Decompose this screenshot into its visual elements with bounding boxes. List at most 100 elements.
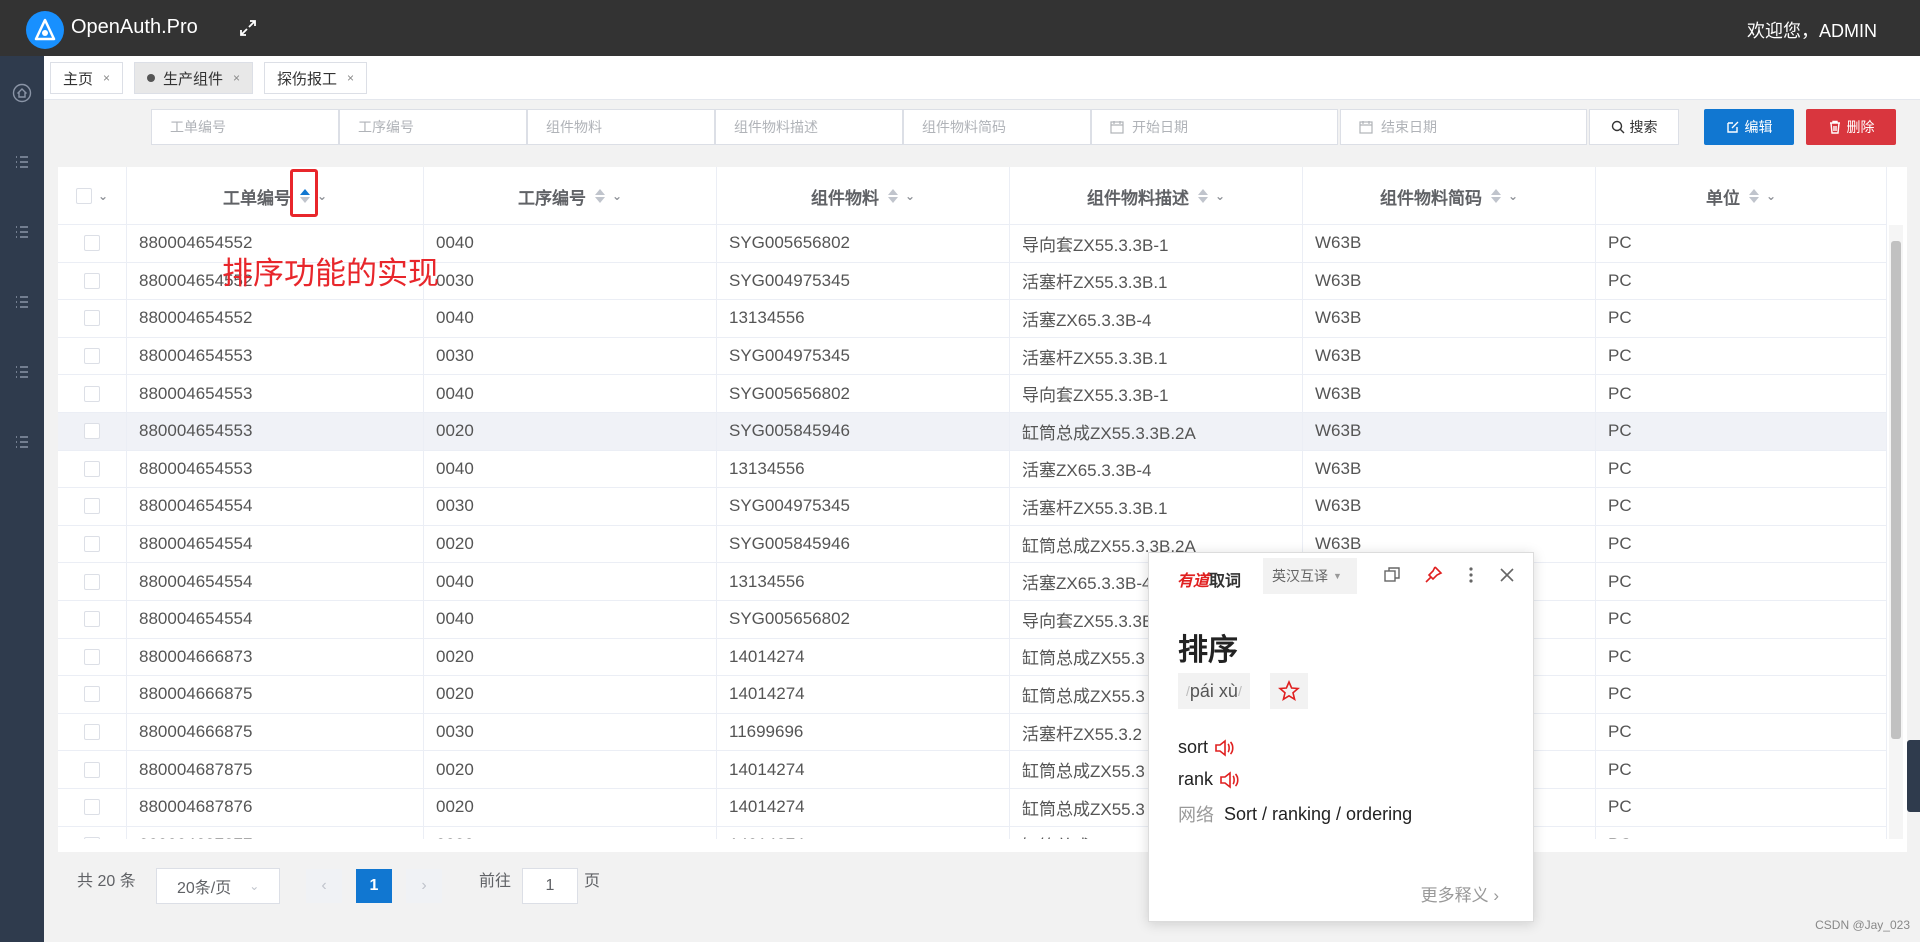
end-date-picker[interactable]: 结束日期 xyxy=(1340,109,1587,145)
material-code-input[interactable]: 组件物料简码 xyxy=(903,109,1091,145)
menu-list-icon[interactable] xyxy=(12,152,32,172)
table-cell: PC xyxy=(1596,262,1887,300)
select-all-checkbox[interactable] xyxy=(75,188,92,204)
table-cell: SYG005656802 xyxy=(717,601,1010,638)
pin-icon[interactable] xyxy=(1423,565,1443,585)
column-header[interactable]: 组件物料 ⌄ xyxy=(717,167,1010,225)
home-icon[interactable] xyxy=(12,83,32,103)
table-row[interactable]: 880004654553 0040 13134556 活塞ZX65.3.3B-4 W63… xyxy=(58,450,1887,489)
row-checkbox[interactable] xyxy=(84,724,100,741)
table-row[interactable]: 880004654554 0030 SYG004975345 活塞杆ZX55.3.3B… xyxy=(58,488,1887,526)
tab-flaw-report[interactable]: 探伤报工 × xyxy=(264,62,368,94)
prev-page-button[interactable]: ‹ xyxy=(306,869,342,903)
sort-icon[interactable] xyxy=(1197,188,1209,204)
close-icon[interactable]: × xyxy=(347,71,354,85)
table-row[interactable]: 880004654552 0040 13134556 活塞ZX65.3.3B-4 W63… xyxy=(58,300,1887,338)
close-icon[interactable]: × xyxy=(103,71,110,85)
row-checkbox[interactable] xyxy=(84,272,100,289)
start-date-picker[interactable]: 开始日期 xyxy=(1091,109,1338,145)
row-checkbox[interactable] xyxy=(84,761,100,778)
work-order-input[interactable]: 工单编号 xyxy=(151,109,339,145)
user-welcome[interactable]: 欢迎您，ADMIN xyxy=(1747,17,1877,43)
more-definitions-link[interactable]: 更多释义 › xyxy=(1421,881,1499,906)
row-checkbox[interactable] xyxy=(84,348,100,365)
menu-list-icon[interactable] xyxy=(12,222,32,242)
table-row[interactable]: 880004654554 0020 SYG005845946 缸筒总成ZX55.3.3… xyxy=(58,525,1887,564)
column-header[interactable]: 组件物料描述 ⌄ xyxy=(1010,167,1303,225)
chevron-down-icon[interactable]: ⌄ xyxy=(1508,189,1518,203)
row-checkbox[interactable] xyxy=(84,799,100,816)
tab-production-component[interactable]: 生产组件 × xyxy=(134,62,254,94)
translate-mode-select[interactable]: 英汉互译 ▼ xyxy=(1263,558,1357,594)
chevron-down-icon[interactable]: ⌄ xyxy=(905,189,915,203)
process-no-input[interactable]: 工序编号 xyxy=(339,109,527,145)
table-row[interactable]: 880004654554 0040 SYG005656802 导向套ZX55.3.3B… xyxy=(58,601,1887,639)
tab-home[interactable]: 主页 × xyxy=(50,62,124,94)
menu-list-icon[interactable] xyxy=(12,432,32,452)
table-row[interactable]: 880004654553 0040 SYG005656802 导向套ZX55.3.3B… xyxy=(58,375,1887,413)
annotation-text: 排序功能的实现 xyxy=(222,256,439,291)
table-row[interactable]: 880004654553 0030 SYG004975345 活塞杆ZX55.3.3B… xyxy=(58,337,1887,376)
sort-icon[interactable] xyxy=(1748,188,1760,204)
table-row[interactable]: 880004687877002014014274缸筒总成ZX55.3PC xyxy=(58,826,1887,839)
sort-icon[interactable] xyxy=(594,188,606,204)
delete-button[interactable]: 删除 xyxy=(1806,109,1896,145)
table-row[interactable]: 880004654553 0020 SYG005845946 缸筒总成ZX55.3.3… xyxy=(58,413,1887,451)
page-size-select[interactable]: 20条/页 ⌄ xyxy=(156,868,280,904)
goto-page-input[interactable]: 1 xyxy=(522,868,578,904)
row-checkbox[interactable] xyxy=(84,385,100,402)
next-page-button[interactable]: › xyxy=(406,869,442,903)
material-input[interactable]: 组件物料 xyxy=(527,109,715,145)
goto-label: 前往 xyxy=(479,873,512,890)
row-checkbox[interactable] xyxy=(84,611,100,628)
search-button[interactable]: 搜索 xyxy=(1589,109,1679,145)
scrollbar-thumb[interactable] xyxy=(1891,241,1901,739)
column-header[interactable]: 工单编号 ⌄ xyxy=(127,167,424,225)
row-checkbox[interactable] xyxy=(84,686,100,703)
material-desc-input[interactable]: 组件物料描述 xyxy=(715,109,903,145)
column-header[interactable]: 单位 ⌄ xyxy=(1596,167,1887,225)
speaker-icon[interactable] xyxy=(1214,738,1234,757)
table-row[interactable]: 880004687875 0020 14014274 缸筒总成ZX55.3 PC xyxy=(58,751,1887,789)
row-checkbox[interactable] xyxy=(84,235,100,252)
row-checkbox[interactable] xyxy=(84,498,100,515)
column-header[interactable]: 工序编号 ⌄ xyxy=(424,167,717,225)
sort-icon[interactable] xyxy=(887,188,899,204)
select-all-header[interactable]: ⌄ xyxy=(58,167,127,225)
side-widget[interactable] xyxy=(1907,740,1920,812)
close-icon[interactable]: × xyxy=(233,71,240,85)
chevron-down-icon[interactable]: ⌄ xyxy=(317,189,327,203)
close-icon[interactable] xyxy=(1497,565,1517,585)
row-checkbox-cell xyxy=(58,225,127,262)
more-options-icon[interactable] xyxy=(1461,565,1481,585)
chevron-down-icon[interactable]: ⌄ xyxy=(98,189,108,203)
row-checkbox[interactable] xyxy=(84,648,100,665)
page-number-current[interactable]: 1 xyxy=(356,869,392,903)
speaker-icon[interactable] xyxy=(1219,770,1239,789)
row-checkbox[interactable] xyxy=(84,423,100,440)
row-checkbox[interactable] xyxy=(84,460,100,477)
table-cell: 0030 xyxy=(424,488,717,525)
menu-list-icon[interactable] xyxy=(12,362,32,382)
table-row[interactable]: 880004666875 0030 11699696 活塞杆ZX55.3.2 PC xyxy=(58,713,1887,752)
table-row[interactable]: 880004666873 0020 14014274 缸筒总成ZX55.3 PC xyxy=(58,638,1887,677)
row-checkbox[interactable] xyxy=(84,536,100,553)
row-checkbox[interactable] xyxy=(84,836,100,839)
table-row[interactable]: 880004654554 0040 13134556 活塞ZX65.3.3B-4 PC xyxy=(58,563,1887,601)
column-header[interactable]: 组件物料简码 ⌄ xyxy=(1303,167,1596,225)
chevron-down-icon[interactable]: ⌄ xyxy=(1215,189,1225,203)
chevron-down-icon[interactable]: ⌄ xyxy=(1766,189,1776,203)
favorite-star-icon[interactable] xyxy=(1270,673,1308,709)
row-checkbox[interactable] xyxy=(84,310,100,327)
fullscreen-icon[interactable] xyxy=(238,18,258,38)
vertical-scrollbar[interactable] xyxy=(1889,225,1903,839)
table-row[interactable]: 880004687876 0020 14014274 缸筒总成ZX55.3 PC xyxy=(58,789,1887,827)
row-checkbox[interactable] xyxy=(84,573,100,590)
menu-list-icon[interactable] xyxy=(12,292,32,312)
chevron-down-icon[interactable]: ⌄ xyxy=(612,189,622,203)
edit-button[interactable]: 编辑 xyxy=(1704,109,1794,145)
table-row[interactable]: 880004666875 0020 14014274 缸筒总成ZX55.3 PC xyxy=(58,676,1887,714)
copy-icon[interactable] xyxy=(1382,565,1402,585)
sort-icon[interactable] xyxy=(1490,188,1502,204)
table-cell: 导向套ZX55.3.3B-1 xyxy=(1010,225,1303,262)
